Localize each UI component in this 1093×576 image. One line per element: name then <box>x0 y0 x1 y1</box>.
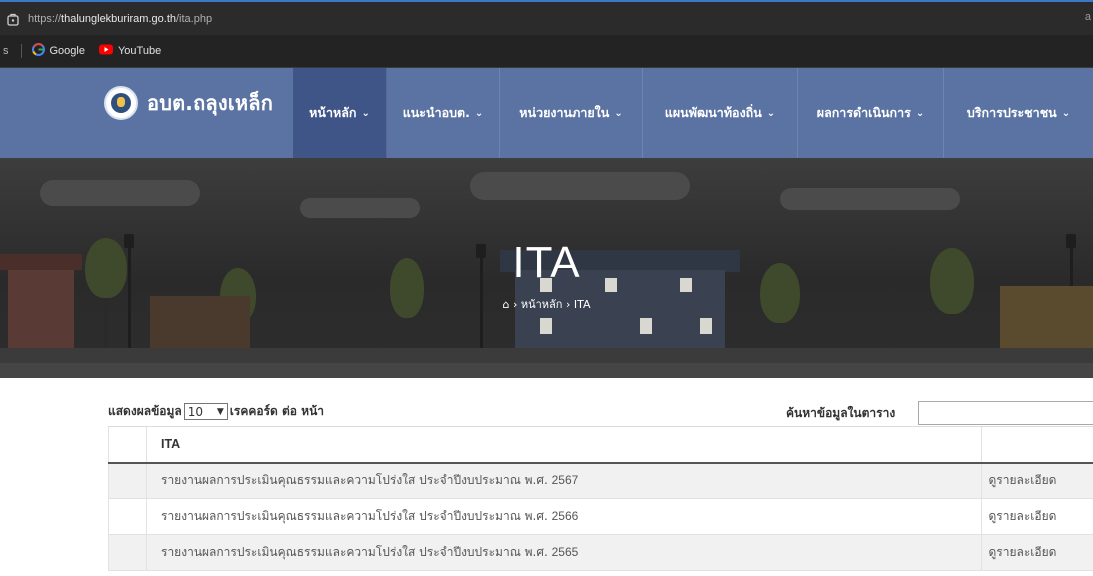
table-cell-index <box>108 462 147 499</box>
menu-item-departments[interactable]: หน่วยงานภายใน ⌄ <box>500 68 643 158</box>
site-logo[interactable]: อบต.ถลุงเหล็ก <box>104 86 273 120</box>
youtube-icon <box>98 44 113 58</box>
main-menu: หน้าหลัก ⌄ แนะนำอบต. ⌄ หน่วยงานภายใน ⌄ แผนพ… <box>293 68 1093 158</box>
ita-column-header[interactable]: ITA <box>146 426 981 464</box>
menu-label: แผนพัฒนาท้องถิ่น <box>664 105 762 120</box>
table-cell-index <box>108 534 147 571</box>
table-cell-index <box>108 498 147 535</box>
bookmark-fragment[interactable]: s <box>3 45 9 57</box>
table-controls: แสดงผลข้อมูล 10 ▼ เรคคอร์ด ต่อ หน้า ค้นห… <box>108 401 1093 425</box>
menu-item-local-plan[interactable]: แผนพัฒนาท้องถิ่น ⌄ <box>643 68 798 158</box>
url-path: /ita.php <box>176 12 213 25</box>
menu-item-about[interactable]: แนะนำอบต. ⌄ <box>387 68 500 158</box>
home-icon[interactable]: ⌂ <box>502 298 509 311</box>
table-cell-title: รายงานผลการประเมินคุณธรรมและความโปร่งใส … <box>146 462 981 499</box>
bookmarks-bar: s Google YouTube <box>0 35 1093 68</box>
breadcrumb-current: ITA <box>573 298 591 311</box>
bookmark-label: Google <box>49 45 85 57</box>
site-navbar: อบต.ถลุงเหล็ก หน้าหลัก ⌄ แนะนำอบต. ⌄ หน่วย… <box>0 68 1093 158</box>
breadcrumb-separator: › <box>512 298 518 311</box>
menu-item-results[interactable]: ผลการดำเนินการ ⌄ <box>798 68 944 158</box>
row-year: 2567 <box>551 473 579 488</box>
menu-label: หน่วยงานภายใน <box>519 105 610 120</box>
page-size-suffix: เรคคอร์ด ต่อ หน้า <box>229 404 325 418</box>
row-year: 2565 <box>551 545 579 559</box>
bookmark-youtube[interactable]: YouTube <box>98 44 162 58</box>
chevron-down-icon: ⌄ <box>766 107 776 119</box>
index-column-header[interactable] <box>108 426 147 464</box>
chevron-down-icon: ⌄ <box>1061 107 1071 119</box>
breadcrumb-home-link[interactable]: หน้าหลัก <box>521 298 563 311</box>
logo-seal-icon <box>104 86 138 120</box>
cloud-decoration <box>300 198 420 218</box>
row-title: รายงานผลการประเมินคุณธรรมและความโปร่งใส … <box>161 545 552 559</box>
cloud-decoration <box>470 172 690 200</box>
view-details-link[interactable]: ดูรายละเอียด <box>980 462 1093 499</box>
action-column-header[interactable] <box>980 426 1093 464</box>
menu-item-public-services[interactable]: บริการประชาชน ⌄ <box>944 68 1093 158</box>
page-size-value: 10 <box>187 404 204 419</box>
search-label: ค้นหาข้อมูลในตาราง <box>786 406 896 420</box>
logo-text: อบต.ถลุงเหล็ก <box>147 91 274 115</box>
url-host: thalunglekburiram.go.th <box>61 12 176 25</box>
bookmark-label: YouTube <box>117 45 162 57</box>
table-search-input[interactable] <box>918 401 1093 425</box>
window-decoration <box>700 318 712 334</box>
menu-item-home[interactable]: หน้าหลัก ⌄ <box>293 68 387 158</box>
menu-label: ผลการดำเนินการ <box>816 105 911 120</box>
site-info-icon[interactable] <box>6 12 20 26</box>
url-text[interactable]: https://thalunglekburiram.go.th/ita.php <box>28 13 212 25</box>
chevron-down-icon: ⌄ <box>361 107 370 119</box>
row-title: รายงานผลการประเมินคุณธรรมและความโปร่งใส … <box>161 509 552 523</box>
window-decoration <box>540 318 552 334</box>
breadcrumb-separator: › <box>565 298 571 311</box>
table-row: รายงานผลการประเมินคุณธรรมและความโปร่งใส … <box>108 462 1093 499</box>
row-year: 2566 <box>551 509 579 523</box>
table-row: รายงานผลการประเมินคุณธรรมและความโปร่งใส … <box>108 498 1093 535</box>
bookmark-google[interactable]: Google <box>31 43 85 59</box>
row-title: รายงานผลการประเมินคุณธรรมและความโปร่งใส … <box>161 473 552 488</box>
view-details-link[interactable]: ดูรายละเอียด <box>980 534 1093 571</box>
view-details-link[interactable]: ดูรายละเอียด <box>980 498 1093 535</box>
page-title: ITA <box>512 238 581 287</box>
chevron-down-icon: ▼ <box>216 406 224 417</box>
table-header-row: ITA <box>108 426 1093 464</box>
hero-banner: ITA ⌂ › หน้าหลัก › ITA <box>0 158 1093 378</box>
chevron-down-icon: ⌄ <box>474 107 484 119</box>
chevron-down-icon: ⌄ <box>614 107 623 119</box>
bookmark-separator <box>20 44 22 58</box>
browser-address-bar[interactable]: https://thalunglekburiram.go.th/ita.php … <box>0 0 1093 35</box>
url-scheme: https:// <box>28 12 62 25</box>
page-size-control: แสดงผลข้อมูล 10 ▼ เรคคอร์ด ต่อ หน้า <box>108 402 324 421</box>
google-icon <box>31 43 45 59</box>
road-decoration <box>0 363 1093 378</box>
menu-label: หน้าหลัก <box>309 105 357 120</box>
table-cell-title: รายงานผลการประเมินคุณธรรมและความโปร่งใส … <box>146 498 981 535</box>
window-decoration <box>640 318 652 334</box>
breadcrumb: ⌂ › หน้าหลัก › ITA <box>0 295 1093 313</box>
page-size-prefix: แสดงผลข้อมูล <box>108 404 182 418</box>
menu-label: แนะนำอบต. <box>402 105 470 120</box>
menu-label: บริการประชาชน <box>966 105 1057 120</box>
chevron-down-icon: ⌄ <box>915 107 925 119</box>
cloud-decoration <box>780 188 960 210</box>
address-bar-right-fragment: a <box>1084 11 1091 23</box>
ita-table: ITA รายงานผลการประเมินคุณธรรมและความโปร่… <box>108 426 1093 571</box>
page-size-select[interactable]: 10 ▼ <box>183 403 228 420</box>
table-cell-title: รายงานผลการประเมินคุณธรรมและความโปร่งใส … <box>146 534 981 571</box>
cloud-decoration <box>40 180 200 206</box>
table-row: รายงานผลการประเมินคุณธรรมและความโปร่งใส … <box>108 534 1093 571</box>
